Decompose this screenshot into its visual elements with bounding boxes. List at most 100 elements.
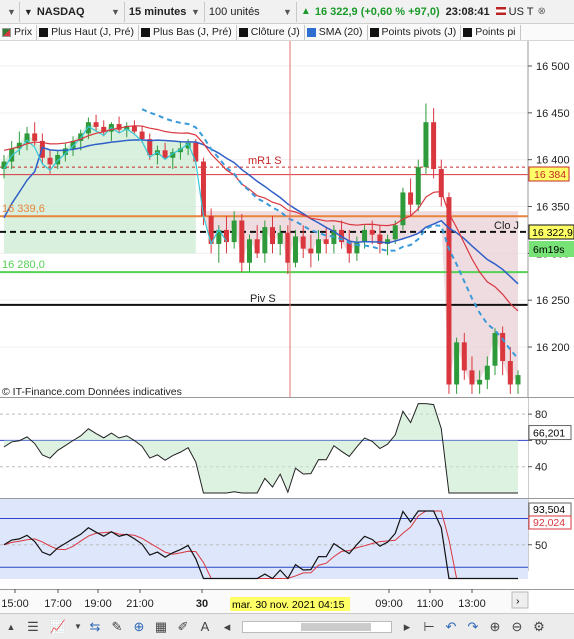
chevron-down-icon: ▼: [7, 6, 16, 17]
candle-body: [231, 220, 237, 243]
text-tool-icon[interactable]: A: [195, 617, 215, 637]
chevron-down-icon: ▼: [283, 6, 292, 17]
candle-body: [323, 239, 329, 244]
svg-text:16 384: 16 384: [534, 169, 566, 181]
scroll-right-button[interactable]: ›: [511, 591, 529, 609]
time-tick-label: 15:00: [1, 598, 29, 610]
chevron-up-icon[interactable]: ▲: [1, 617, 21, 637]
ruler-icon[interactable]: ⊢: [419, 617, 439, 637]
interval-selector[interactable]: 15 minutes ▼: [125, 1, 205, 22]
countdown-box: 6m19s: [529, 241, 574, 257]
candle-body: [423, 122, 429, 168]
quote-last: 16 322,9 (+0,60 % +97,0): [314, 5, 440, 18]
candle-body: [47, 157, 53, 165]
time-tick-label: 19:00: [84, 598, 112, 610]
bottom-toolbar: ▲ ☰ 📈 ▼ ⇆ ✎ ⊕ ▦ ✐ A ◂ ▸ ⊢ ↶ ↷ ⊕ ⊖ ⚙: [0, 613, 574, 639]
close-icon[interactable]: ⊗: [538, 6, 546, 17]
chevron-down-icon: ▼: [111, 6, 120, 17]
draw-tool-icon[interactable]: ✎: [107, 617, 127, 637]
zoom-in-icon[interactable]: ⊕: [485, 617, 505, 637]
quote-display: ▲ 16 322,9 (+0,60 % +97,0) 23:08:41 US T…: [297, 2, 550, 22]
price-tick-label: 16 450: [536, 108, 570, 120]
settings-icon[interactable]: ⚙: [529, 617, 549, 637]
horizontal-scrollbar[interactable]: [242, 620, 392, 633]
clo-label: Clo J: [494, 220, 519, 232]
candle-body: [431, 122, 437, 170]
legend-swatch: [140, 27, 150, 37]
quote-clock: 23:08:41: [445, 5, 490, 18]
legend-swatch: [238, 27, 248, 37]
candle-body: [139, 131, 145, 140]
candle-body: [446, 197, 452, 385]
osc1-tick-label: 80: [535, 409, 547, 421]
candle-body: [392, 225, 398, 240]
candle-body: [316, 239, 322, 254]
candle-body: [262, 227, 268, 254]
time-tick-label: 11:00: [417, 598, 444, 610]
candle-body: [239, 220, 245, 263]
layout-icon[interactable]: ▦: [151, 617, 171, 637]
market-label: US T: [495, 6, 534, 18]
osc2-value-dark: 93,504: [533, 504, 565, 516]
candle-body: [308, 248, 314, 254]
legend-item-pivots-2[interactable]: Points pi: [461, 24, 521, 40]
undo-icon[interactable]: ↶: [441, 617, 461, 637]
chart-type-icon[interactable]: 📈: [45, 617, 71, 637]
candle-body: [131, 125, 137, 132]
mr1-label: mR1 S: [248, 155, 282, 167]
osc2-value-red: 92,024: [533, 517, 565, 529]
legend-item-pivots[interactable]: Points pivots (J): [368, 24, 462, 40]
scrollbar-thumb[interactable]: [301, 622, 371, 631]
edit-icon[interactable]: ✐: [173, 617, 193, 637]
candle-body: [277, 232, 283, 244]
candle-body: [461, 342, 467, 371]
osc1-tick-label: 40: [535, 462, 547, 474]
price-tick-label: 16 350: [536, 202, 570, 214]
menu-arrow-button[interactable]: ▼: [0, 1, 20, 22]
candle-body: [484, 365, 490, 380]
candle-body: [500, 332, 506, 362]
chevron-down-icon: ▼: [191, 6, 200, 17]
osc2-tick-label: 50: [535, 540, 547, 552]
candle-body: [254, 239, 260, 254]
cursor-time-label: mar. 30 nov. 2021 04:15: [230, 597, 350, 611]
share-icon[interactable]: ⇆: [85, 617, 105, 637]
zoom-out-icon[interactable]: ⊖: [507, 617, 527, 637]
svg-text:16 322,9: 16 322,9: [532, 227, 573, 239]
time-tick-label: 30: [196, 598, 208, 610]
chevron-left-icon[interactable]: ◂: [217, 617, 237, 637]
legend-item-high[interactable]: Plus Haut (J, Pré): [37, 24, 139, 40]
chevron-right-icon[interactable]: ▸: [397, 617, 417, 637]
chevron-right-icon: ›: [516, 595, 520, 607]
legend-item-prix[interactable]: Prix: [0, 24, 38, 40]
units-selector[interactable]: 100 unités ▼: [205, 1, 297, 22]
candle-body: [408, 192, 414, 205]
legend-item-sma[interactable]: SMA (20): [305, 24, 368, 40]
chevron-down-icon[interactable]: ▼: [73, 617, 83, 637]
candle-body: [162, 150, 168, 158]
price-box-red: 16 384: [528, 166, 570, 182]
symbol-name: NASDAQ: [36, 5, 85, 18]
price-chart[interactable]: mR1 S 16 339,6 16 280,0 Clo J Piv S © IT…: [0, 41, 574, 613]
candle-body: [507, 361, 513, 385]
candle-body: [469, 370, 475, 385]
legend-item-low[interactable]: Plus Bas (J, Pré): [139, 24, 237, 40]
redo-icon[interactable]: ↷: [463, 617, 483, 637]
add-indicator-icon[interactable]: ⊕: [129, 617, 149, 637]
osc1-value: 66,201: [533, 428, 565, 440]
candle-body: [300, 236, 306, 249]
candle-body: [246, 239, 252, 263]
legend-item-close[interactable]: Clôture (J): [237, 24, 305, 40]
legend-swatch: [306, 27, 316, 37]
candle-body: [354, 242, 360, 254]
time-tick-label: 17:00: [44, 598, 72, 610]
time-tick-label: 13:00: [458, 598, 486, 610]
watermark: © IT-Finance.com Données indicatives: [2, 386, 182, 398]
candle-body: [32, 133, 38, 141]
green-level-label: 16 280,0: [2, 259, 45, 271]
candle-body: [454, 342, 460, 385]
symbol-selector[interactable]: ▼ NASDAQ ▼: [20, 1, 125, 22]
menu-icon[interactable]: ☰: [23, 617, 43, 637]
price-box-current: 16 322,9: [528, 224, 574, 240]
piv-label: Piv S: [250, 293, 276, 305]
